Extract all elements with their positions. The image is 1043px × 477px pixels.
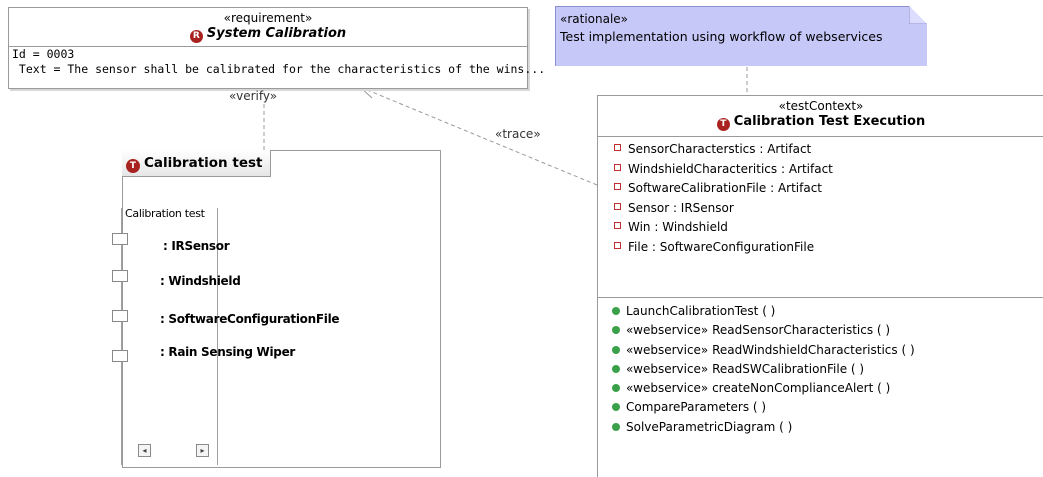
part-port[interactable] <box>112 233 128 245</box>
requirement-text: Text = The sensor shall be calibrated fo… <box>12 62 546 76</box>
attribute-icon <box>614 183 621 190</box>
calibration-test-frame[interactable] <box>122 150 441 468</box>
requirement-icon: R <box>189 30 203 43</box>
part-port[interactable] <box>112 310 128 322</box>
operation-icon <box>612 403 620 412</box>
attribute-icon <box>614 144 621 151</box>
requirement-block[interactable]: «requirement» R System Calibration Id = 0… <box>8 7 546 89</box>
attribute-item[interactable]: File : SoftwareConfigurationFile <box>614 238 1043 258</box>
part-label-irsensor[interactable]: : IRSensor <box>163 239 230 253</box>
attribute-icon <box>614 163 621 171</box>
requirement-stereotype: «requirement» <box>223 11 313 25</box>
operation-item[interactable]: LaunchCalibrationTest ( ) <box>612 302 1043 321</box>
requirement-properties: Id = 0003 Text = The sensor shall be cal… <box>9 47 546 77</box>
calibration-test-title: Calibration test <box>144 155 263 171</box>
part-label-software-configuration-file[interactable]: : SoftwareConfigurationFile <box>160 312 340 326</box>
requirement-header: «requirement» R System Calibration <box>9 8 527 47</box>
test-context-icon: T <box>716 118 730 131</box>
operation-icon <box>612 384 620 393</box>
test-context-stereotype: «testContext» <box>778 99 864 113</box>
rationale-stereotype: «rationale» <box>560 12 629 26</box>
part-port[interactable] <box>112 350 128 362</box>
operation-item[interactable]: «webservice» ReadSWCalibrationFile ( ) <box>612 360 1043 379</box>
operation-icon <box>612 422 620 431</box>
rationale-text: Test implementation using workflow of we… <box>560 29 883 44</box>
attribute-icon <box>614 241 621 249</box>
lifeline-label: Calibration test <box>125 207 205 220</box>
test-context-block[interactable]: «testContext» T Calibration Test Executio… <box>597 95 1043 477</box>
scroll-left-icon[interactable]: ◂ <box>138 444 151 457</box>
attribute-item[interactable]: SensorCharacterstics : Artifact <box>614 140 1043 160</box>
scroll-right-icon[interactable]: ▸ <box>196 444 209 457</box>
note-fold-corner-icon <box>909 6 927 24</box>
test-case-icon: T <box>126 159 140 173</box>
operation-item[interactable]: «webservice» ReadWindshieldCharacteristi… <box>612 341 1043 360</box>
attribute-compartment: SensorCharacterstics : Artifact Windshie… <box>598 137 1043 298</box>
operation-icon <box>612 307 620 315</box>
frame-left-rule <box>121 208 122 465</box>
rationale-note[interactable]: «rationale» Test implementation using wo… <box>555 6 927 66</box>
part-label-windshield[interactable]: : Windshield <box>160 274 241 288</box>
operation-icon <box>612 345 620 354</box>
verify-label: «verify» <box>229 89 278 103</box>
requirement-name: System Calibration <box>206 26 347 41</box>
operation-item[interactable]: SolveParametricDiagram ( ) <box>612 418 1043 437</box>
attribute-item[interactable]: Sensor : IRSensor <box>614 199 1043 219</box>
attribute-item[interactable]: WindshieldCharacteritics : Artifact <box>614 160 1043 180</box>
operation-item[interactable]: «webservice» ReadSensorCharacteristics (… <box>612 321 1043 340</box>
calibration-test-tab[interactable]: T Calibration test <box>122 150 271 177</box>
attribute-item[interactable]: Win : Windshield <box>614 218 1043 238</box>
test-context-header: «testContext» T Calibration Test Executio… <box>598 96 1043 137</box>
operation-icon <box>612 364 620 373</box>
operation-compartment: LaunchCalibrationTest ( ) «webservice» R… <box>598 298 1043 437</box>
part-port[interactable] <box>112 270 128 282</box>
operation-icon <box>612 326 620 335</box>
trace-label: «trace» <box>495 127 541 141</box>
operation-item[interactable]: CompareParameters ( ) <box>612 398 1043 417</box>
test-context-name: Calibration Test Execution <box>733 114 926 129</box>
requirement-id: Id = 0003 <box>12 47 75 61</box>
operation-item[interactable]: «webservice» createNonComplianceAlert ( … <box>612 379 1043 398</box>
attribute-icon <box>614 202 621 210</box>
part-label-rain-sensing-wiper[interactable]: : Rain Sensing Wiper <box>160 345 295 359</box>
attribute-item[interactable]: SoftwareCalibrationFile : Artifact <box>614 179 1043 199</box>
attribute-icon <box>614 222 621 229</box>
